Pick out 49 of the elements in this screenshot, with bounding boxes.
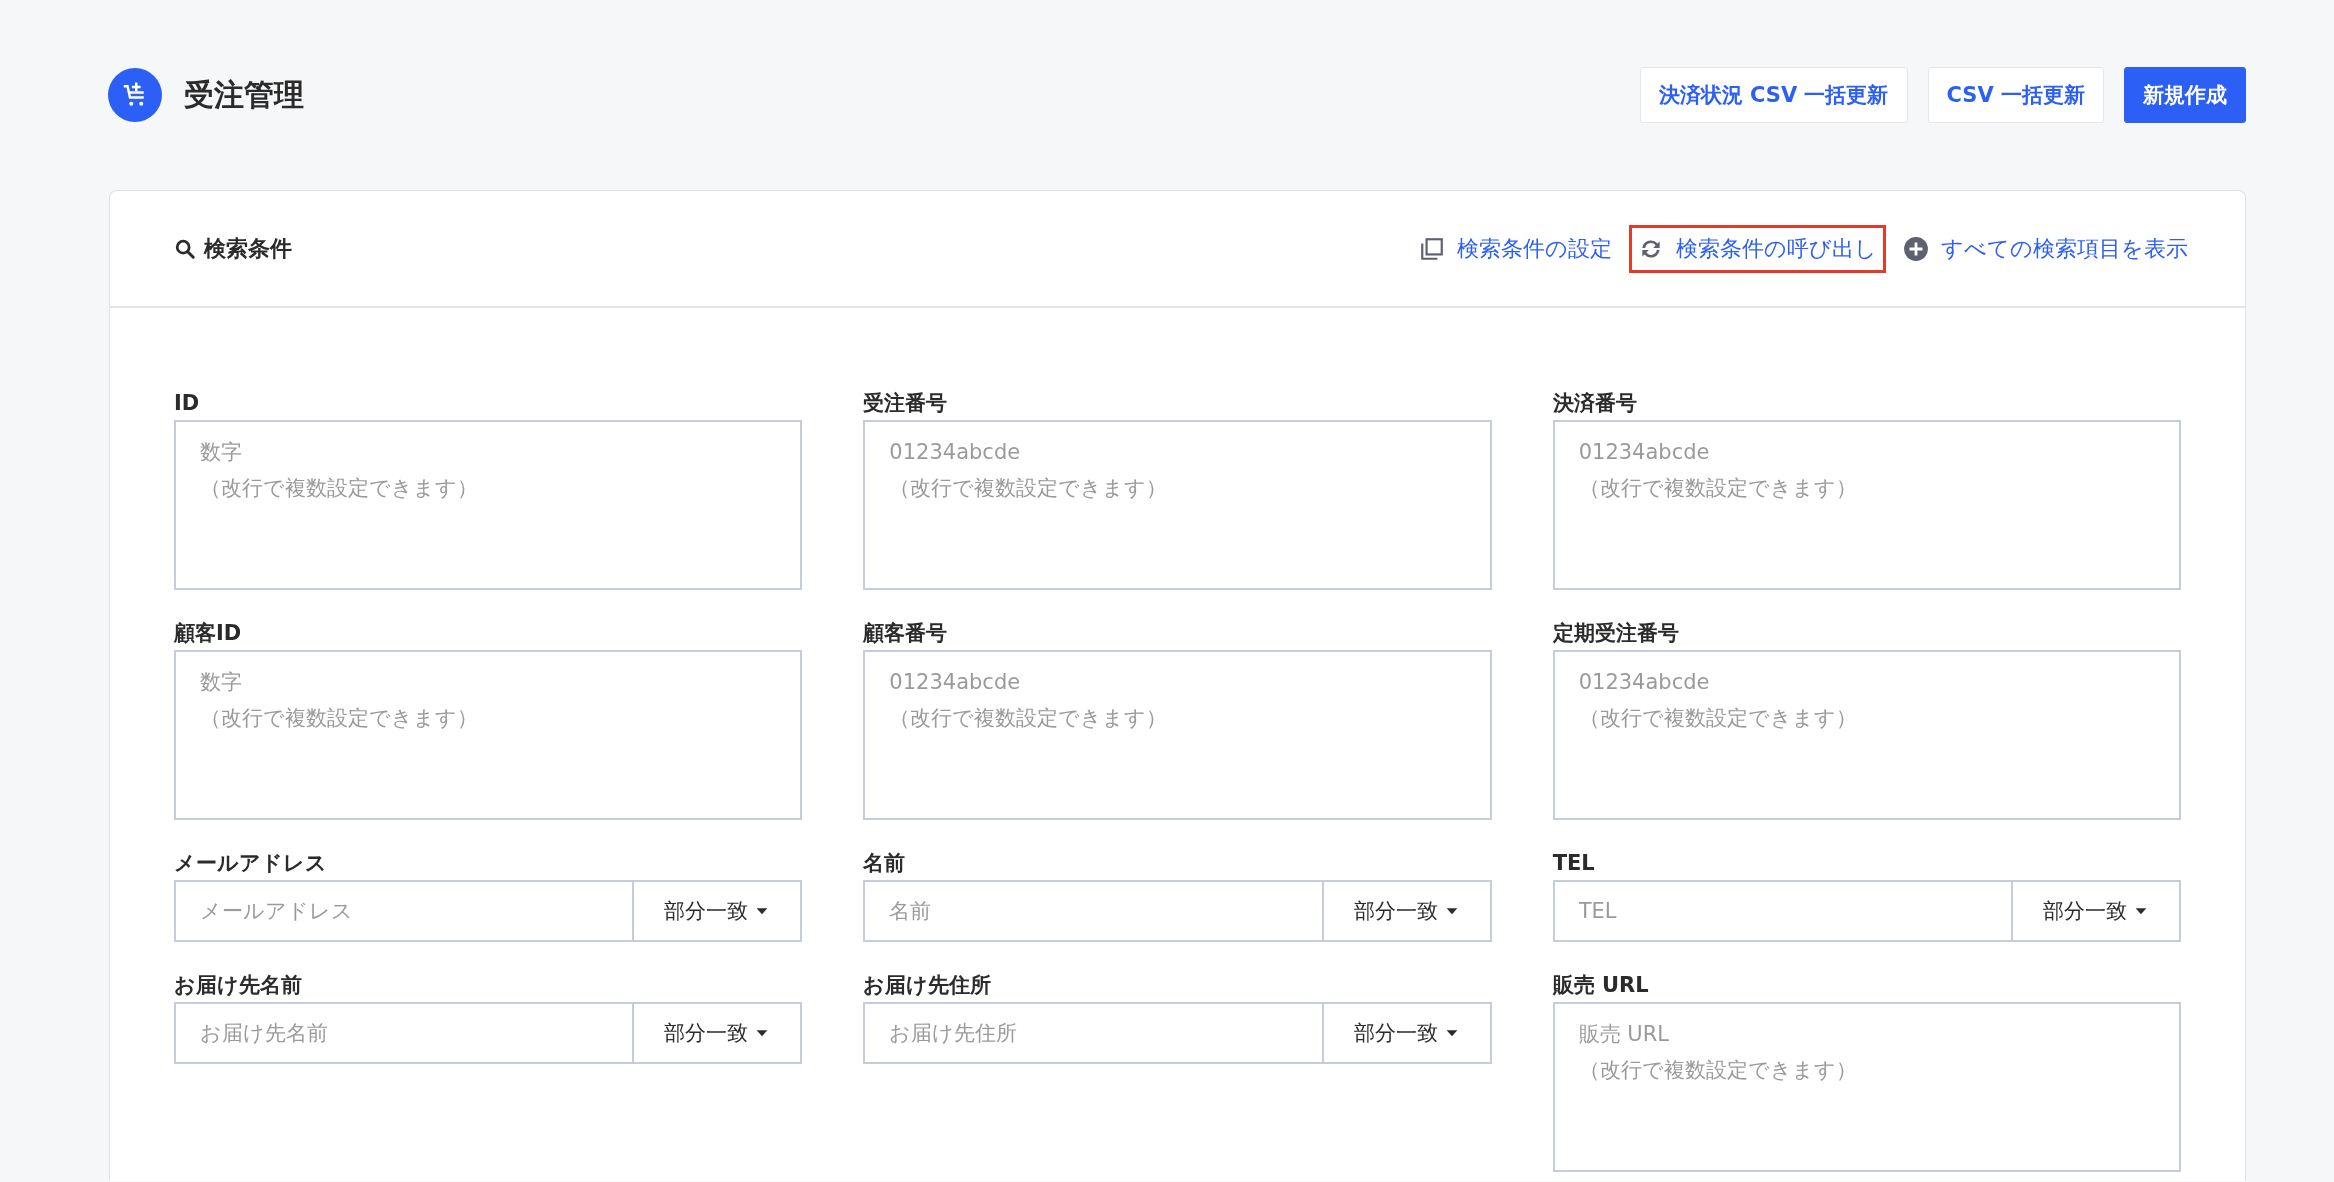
panel-title: 検索条件 (204, 234, 292, 263)
text-area-field[interactable]: 01234abcde （改行で複数設定できます） (1552, 420, 2181, 590)
hint-text: （改行で複数設定できます） (1578, 705, 1857, 732)
field-label: 販売 URL (1552, 972, 1650, 998)
text-input[interactable]: 販売 URL (1578, 1016, 2155, 1052)
hint-text: （改行で複数設定できます） (200, 705, 478, 732)
field-label: ID (174, 390, 201, 416)
text-input[interactable]: 01234abcde (1578, 664, 2155, 700)
text-area-field[interactable]: 数字 （改行で複数設定できます） (174, 650, 803, 820)
text-area-field[interactable]: 数字 （改行で複数設定できます） (174, 420, 803, 590)
search-field[interactable]: お届け先住所 部分一致 (863, 1002, 1492, 1064)
create-button[interactable]: 新規作成 (2124, 67, 2246, 123)
link-button[interactable]: 検索条件の呼び出し (1629, 224, 1886, 273)
csv-update-button[interactable]: CSV 一括更新 (1927, 67, 2104, 123)
page-title: 受注管理 (184, 75, 304, 114)
search-field[interactable]: 名前 部分一致 (863, 880, 1492, 942)
hint-text: （改行で複数設定できます） (1578, 1057, 1857, 1084)
link-button[interactable]: すべての検索項目を表示 (1894, 224, 2197, 273)
hint-text: （改行で複数設定できます） (889, 475, 1168, 502)
field-label: 顧客ID (174, 620, 243, 646)
hint-text: （改行で複数設定できます） (200, 475, 478, 502)
text-area-field[interactable]: 01234abcde （改行で複数設定できます） (863, 650, 1492, 820)
text-area-field[interactable]: 01234abcde （改行で複数設定できます） (1552, 650, 2181, 820)
csv-update-button[interactable]: 決済状況 CSV 一括更新 (1639, 67, 1908, 123)
search-field[interactable]: メールアドレス 部分一致 (174, 880, 803, 942)
hint-text: （改行で複数設定できます） (889, 705, 1168, 732)
text-input[interactable]: 数字 (200, 434, 777, 470)
field-label: お届け先名前 (174, 972, 303, 998)
field-label: 受注番号 (863, 390, 949, 416)
text-input[interactable]: 数字 (200, 664, 777, 700)
text-area-field[interactable]: 販売 URL （改行で複数設定できます） (1552, 1002, 2181, 1172)
field-label: 定期受注番号 (1552, 620, 1680, 646)
text-input[interactable]: 01234abcde (889, 664, 1466, 700)
search-field[interactable]: TEL 部分一致 (1552, 880, 2181, 942)
field-label: 顧客番号 (863, 620, 949, 646)
search-field[interactable]: お届け先名前 部分一致 (174, 1002, 803, 1064)
field-label: 名前 (863, 850, 907, 876)
hint-text: （改行で複数設定できます） (1578, 475, 1857, 502)
text-area-field[interactable]: 01234abcde （改行で複数設定できます） (863, 420, 1492, 590)
field-label: TEL (1552, 850, 1596, 876)
link-button[interactable]: 検索条件の設定 (1410, 224, 1621, 273)
plus-circle-icon (1903, 235, 1929, 262)
field-label: 決済番号 (1552, 390, 1638, 416)
field-label: お届け先住所 (863, 972, 993, 998)
copy-icon (1419, 235, 1445, 262)
text-input[interactable]: 01234abcde (1578, 434, 2155, 470)
search-icon (174, 237, 196, 260)
text-input[interactable]: 01234abcde (889, 434, 1466, 470)
field-label: メールアドレス (174, 850, 328, 876)
